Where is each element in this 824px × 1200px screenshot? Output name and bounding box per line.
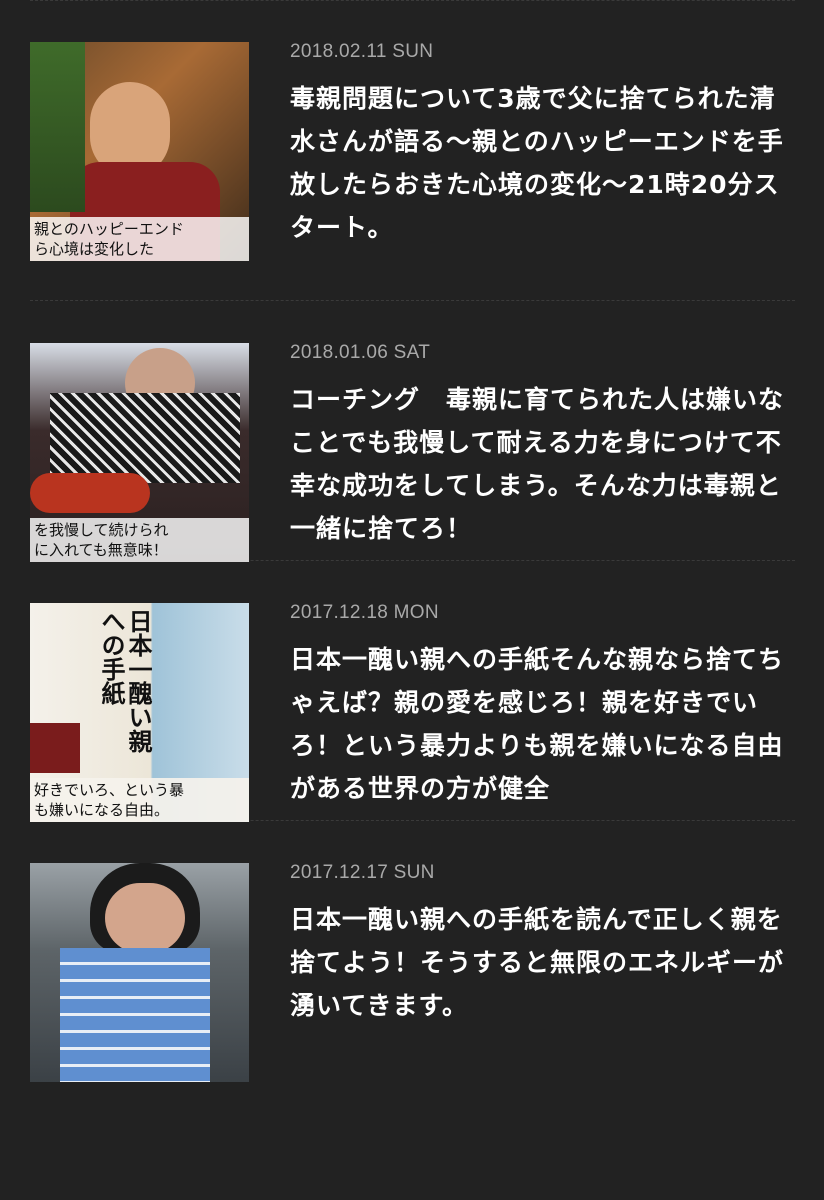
post-title-link[interactable]: コーチング 毒親に育てられた人は嫌いなことでも我慢して耐える力を身につけて不幸な… xyxy=(290,378,790,550)
thumbnail-caption-line: 好きでいろ、という暴 xyxy=(34,781,185,799)
post-meta: 2018.02.11 SUN 毒親問題について3歳で父に捨てられた清水さんが語る… xyxy=(290,41,790,249)
thumbnail-caption-line: ら心境は変化した xyxy=(34,240,155,258)
book-stack-shape xyxy=(60,948,210,1082)
thumbnail-caption: 好きでいろ、という暴 も嫌いになる自由。 xyxy=(30,778,249,822)
post-title-link[interactable]: 日本一醜い親への手紙を読んで正しく親を捨てよう！そうすると無限のエネルギーが湧い… xyxy=(290,898,790,1027)
thumbnail-caption: を我慢して続けられ に入れても無意味！ xyxy=(30,518,249,562)
person-body-shape xyxy=(50,393,240,483)
post-thumbnail[interactable]: を我慢して続けられ に入れても無意味！ xyxy=(30,343,249,562)
post-item[interactable]: 親とのハッピーエンド ら心境は変化した 2018.02.11 SUN 毒親問題に… xyxy=(30,0,795,301)
plant-shape xyxy=(30,42,85,212)
post-list: 親とのハッピーエンド ら心境は変化した 2018.02.11 SUN 毒親問題に… xyxy=(30,0,795,1082)
thumbnail-caption-line: に入れても無意味！ xyxy=(34,541,168,559)
post-meta: 2018.01.06 SAT コーチング 毒親に育てられた人は嫌いなことでも我慢… xyxy=(290,342,790,550)
post-thumbnail[interactable]: 親とのハッピーエンド ら心境は変化した xyxy=(30,42,249,261)
post-item[interactable]: 日本一醜い親への手紙 好きでいろ、という暴 も嫌いになる自由。 2017.12.… xyxy=(30,561,795,822)
post-item[interactable]: を我慢して続けられ に入れても無意味！ 2018.01.06 SAT コーチング… xyxy=(30,301,795,562)
thumbnail-caption-line: 親とのハッピーエンド xyxy=(34,220,184,238)
post-title-link[interactable]: 毒親問題について3歳で父に捨てられた清水さんが語る〜親とのハッピーエンドを手放し… xyxy=(290,77,790,249)
post-title-link[interactable]: 日本一醜い親への手紙そんな親なら捨てちゃえば？親の愛を感じろ！親を好きでいろ！と… xyxy=(290,638,790,810)
post-date: 2017.12.18 MON xyxy=(290,602,439,623)
food-shape xyxy=(30,473,150,513)
person-face-shape xyxy=(105,883,185,953)
post-date: 2017.12.17 SUN xyxy=(290,862,435,883)
post-date: 2018.01.06 SAT xyxy=(290,342,431,363)
post-meta: 2017.12.17 SUN 日本一醜い親への手紙を読んで正しく親を捨てよう！そ… xyxy=(290,862,790,1027)
post-meta: 2017.12.18 MON 日本一醜い親への手紙そんな親なら捨てちゃえば？親の… xyxy=(290,602,790,810)
book-cover-title: 日本一醜い親への手紙 xyxy=(97,609,153,753)
post-thumbnail[interactable]: 日本一醜い親への手紙 好きでいろ、という暴 も嫌いになる自由。 xyxy=(30,603,249,822)
illustration-shape xyxy=(30,723,80,773)
thumbnail-caption-line: を我慢して続けられ xyxy=(34,521,169,539)
post-item[interactable]: 2017.12.17 SUN 日本一醜い親への手紙を読んで正しく親を捨てよう！そ… xyxy=(30,821,795,1082)
thumbnail-caption: 親とのハッピーエンド ら心境は変化した xyxy=(30,217,249,261)
thumbnail-caption-line: も嫌いになる自由。 xyxy=(34,801,170,819)
post-date: 2018.02.11 SUN xyxy=(290,41,434,62)
post-thumbnail[interactable] xyxy=(30,863,249,1082)
